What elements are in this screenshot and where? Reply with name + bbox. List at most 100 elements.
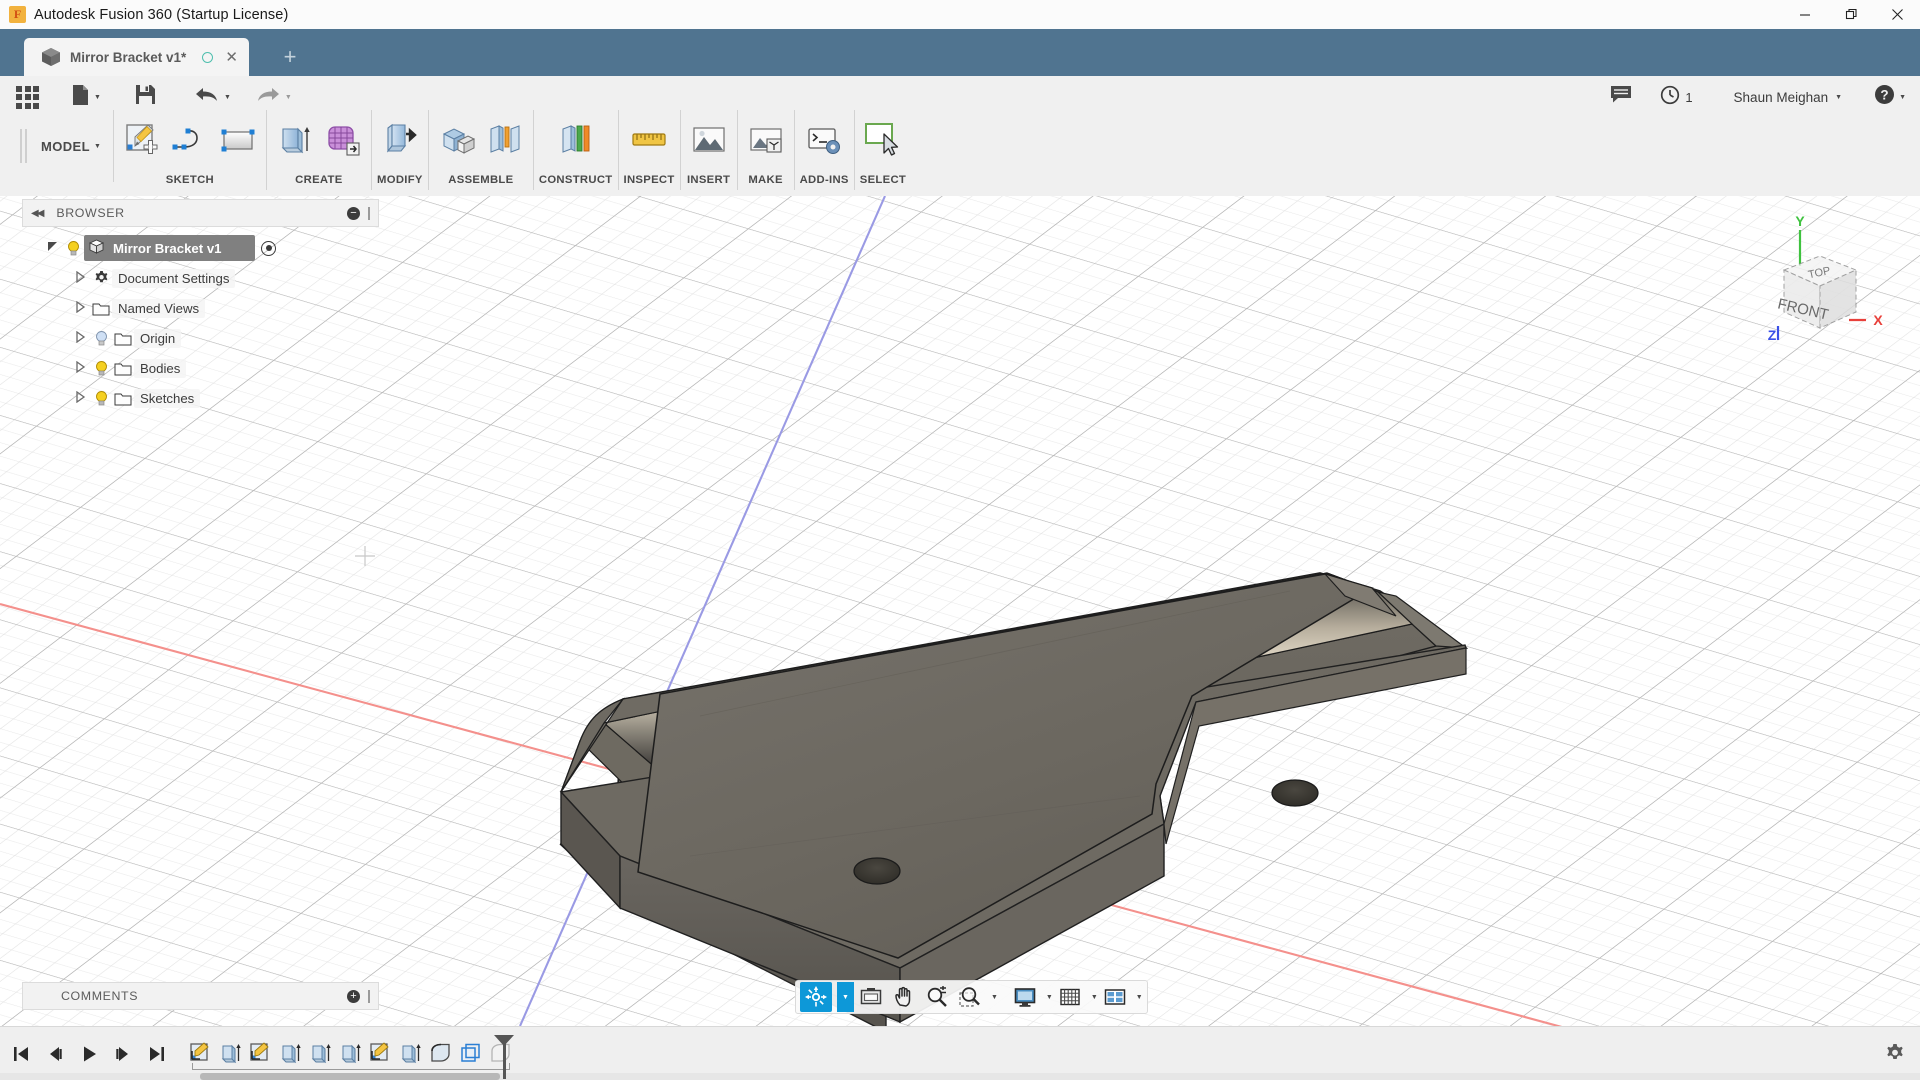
- tree-item-document-settings[interactable]: Document Settings: [22, 263, 379, 293]
- activate-component-radio[interactable]: [261, 240, 277, 256]
- chevron-down-icon[interactable]: ▼: [1091, 994, 1098, 1001]
- minimize-button[interactable]: [1782, 0, 1828, 29]
- timeline-settings-button[interactable]: [1884, 1043, 1906, 1070]
- ribbon-panel-create: CREATE: [267, 110, 372, 190]
- timeline-feature-extrude[interactable]: [276, 1037, 306, 1071]
- unsaved-indicator-icon: [202, 51, 214, 63]
- ribbon-panel-make: MAKE: [738, 110, 795, 190]
- grid-snaps-button[interactable]: [1054, 982, 1086, 1012]
- expand-arrow-icon[interactable]: [70, 300, 90, 316]
- workspace-label: MODEL: [41, 138, 90, 154]
- step-back-button[interactable]: [42, 1040, 68, 1068]
- view-cube[interactable]: Y X Z TOP FRONT: [1742, 208, 1892, 348]
- plus-circle-icon[interactable]: +: [347, 989, 360, 1003]
- expand-arrow-icon[interactable]: [70, 330, 90, 346]
- go-to-end-button[interactable]: [144, 1040, 170, 1068]
- rectangle-tool[interactable]: [215, 117, 261, 163]
- expand-arrow-icon[interactable]: [42, 240, 62, 256]
- component-cube-icon: [88, 238, 105, 258]
- ribbon-panel-label[interactable]: ASSEMBLE: [448, 174, 513, 190]
- ribbon-panel-label[interactable]: SELECT: [860, 174, 906, 190]
- comments-panel[interactable]: COMMENTS +: [22, 982, 379, 1010]
- measure-tool[interactable]: [626, 117, 672, 163]
- timeline-bar: [0, 1026, 1920, 1080]
- chevron-down-icon: ▼: [223, 93, 231, 101]
- timeline-feature-extrude[interactable]: [396, 1037, 426, 1071]
- minus-circle-icon[interactable]: −: [347, 206, 360, 220]
- tree-item-sketches[interactable]: Sketches: [22, 383, 379, 413]
- new-tab-button[interactable]: +: [271, 38, 309, 76]
- ribbon-panel-label[interactable]: INSERT: [687, 174, 730, 190]
- timeline-feature-sketch[interactable]: [366, 1037, 396, 1071]
- look-at-tool-button[interactable]: [855, 982, 887, 1012]
- ribbon-panel-label[interactable]: ADD-INS: [800, 174, 849, 190]
- select-tool[interactable]: [860, 117, 906, 163]
- zoom-tool-button[interactable]: [921, 982, 953, 1012]
- timeline-feature-sketch[interactable]: [186, 1037, 216, 1071]
- ribbon-panel-label[interactable]: CREATE: [295, 174, 342, 190]
- visibility-bulb-icon[interactable]: [62, 240, 84, 257]
- scripts-addins-tool[interactable]: [801, 117, 847, 163]
- fit-tool-button[interactable]: [954, 982, 986, 1012]
- expand-arrow-icon[interactable]: [70, 390, 90, 406]
- offset-plane-tool[interactable]: [553, 117, 599, 163]
- document-tab[interactable]: Mirror Bracket v1* ✕: [24, 38, 249, 76]
- spline-tool[interactable]: [167, 117, 213, 163]
- browser-resize-grip[interactable]: [368, 206, 370, 220]
- tree-item-bodies[interactable]: Bodies: [22, 353, 379, 383]
- visibility-bulb-icon[interactable]: [90, 330, 112, 347]
- joint-tool[interactable]: [482, 117, 528, 163]
- undo-icon: [194, 85, 220, 110]
- ribbon-panel-label[interactable]: SKETCH: [166, 174, 214, 190]
- document-tab-title: Mirror Bracket v1*: [70, 49, 187, 65]
- job-count-badge: 1: [1685, 89, 1693, 105]
- comments-resize-grip[interactable]: [368, 989, 370, 1003]
- ribbon-panel-label[interactable]: INSPECT: [624, 174, 675, 190]
- viewport-layout-button[interactable]: [1099, 982, 1131, 1012]
- timeline-features: [186, 1034, 516, 1079]
- go-to-beginning-button[interactable]: [8, 1040, 34, 1068]
- create-form-tool[interactable]: [320, 117, 366, 163]
- chevron-down-icon[interactable]: ▼: [1046, 994, 1053, 1001]
- timeline-feature-extrude[interactable]: [306, 1037, 336, 1071]
- tree-item-label: Sketches: [134, 388, 201, 408]
- timeline-feature-mirror[interactable]: [456, 1037, 486, 1071]
- orbit-dropdown-caret-icon[interactable]: ▼: [837, 982, 854, 1012]
- timeline-feature-sketch[interactable]: [246, 1037, 276, 1071]
- maximize-button[interactable]: [1828, 0, 1874, 29]
- visibility-bulb-icon[interactable]: [90, 360, 112, 377]
- extrude-tool[interactable]: [272, 117, 318, 163]
- tree-item-named-views[interactable]: Named Views: [22, 293, 379, 323]
- chevron-down-icon[interactable]: ▼: [1136, 994, 1143, 1001]
- display-settings-button[interactable]: [1009, 982, 1041, 1012]
- ribbon-grip: [20, 129, 22, 163]
- step-forward-button[interactable]: [110, 1040, 136, 1068]
- ribbon-panel-label[interactable]: CONSTRUCT: [539, 174, 613, 190]
- chevron-down-icon[interactable]: ▼: [991, 994, 998, 1001]
- tree-item-origin[interactable]: Origin: [22, 323, 379, 353]
- press-pull-tool[interactable]: [377, 117, 423, 163]
- expand-arrow-icon[interactable]: [70, 270, 90, 286]
- tree-item-mirror-bracket[interactable]: Mirror Bracket v1: [22, 233, 379, 263]
- insert-mcmaster-tool[interactable]: [686, 117, 732, 163]
- timeline-feature-fillet[interactable]: [426, 1037, 456, 1071]
- expand-arrow-icon[interactable]: [70, 360, 90, 376]
- new-component-tool[interactable]: [434, 117, 480, 163]
- orbit-tool-button[interactable]: [800, 982, 832, 1012]
- close-button[interactable]: [1874, 0, 1920, 29]
- timeline-playhead[interactable]: [494, 1034, 514, 1079]
- workspace-selector[interactable]: MODEL ▼: [0, 110, 114, 182]
- play-button[interactable]: [76, 1040, 102, 1068]
- create-sketch-tool[interactable]: [119, 117, 165, 163]
- timeline-scrollbar-thumb[interactable]: [200, 1073, 500, 1080]
- ribbon-panel-label[interactable]: MAKE: [748, 174, 782, 190]
- ribbon-panel-label[interactable]: MODIFY: [377, 174, 423, 190]
- timeline-feature-extrude[interactable]: [336, 1037, 366, 1071]
- 3d-print-tool[interactable]: [743, 117, 789, 163]
- visibility-bulb-icon[interactable]: [90, 390, 112, 407]
- tab-close-icon[interactable]: ✕: [222, 48, 241, 66]
- double-chevron-left-icon[interactable]: ◀◀: [31, 208, 44, 219]
- timeline-feature-extrude[interactable]: [216, 1037, 246, 1071]
- tree-item-label: Bodies: [134, 358, 187, 378]
- pan-tool-button[interactable]: [888, 982, 920, 1012]
